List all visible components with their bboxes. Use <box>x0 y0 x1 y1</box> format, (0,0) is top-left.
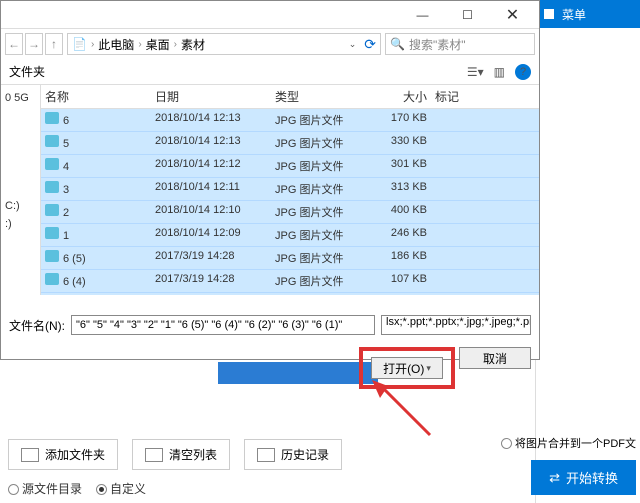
jpg-icon <box>45 250 59 262</box>
open-button[interactable]: 打开(O)▾ <box>371 357 443 379</box>
dialog-toolbar: 文件夹 ☰▾ ▥ ? <box>1 59 539 85</box>
menu-label: 菜单 <box>562 6 586 23</box>
maximize-button[interactable]: ☐ <box>445 4 490 26</box>
breadcrumb-seg[interactable]: 桌面 <box>146 36 170 53</box>
app-menu-header[interactable]: 菜单 <box>536 0 640 28</box>
breadcrumb-seg[interactable]: 素材 <box>181 36 205 53</box>
search-icon: 🔍 <box>390 37 405 51</box>
view-details-icon[interactable]: ▥ <box>494 65 505 79</box>
file-row[interactable]: 6 (5)2017/3/19 14:28JPG 图片文件186 KB <box>41 247 539 270</box>
merge-to-pdf-radio[interactable]: 将图片合并到一个PDF文 <box>501 435 636 451</box>
col-name[interactable]: 名称 <box>41 85 151 108</box>
col-type[interactable]: 类型 <box>271 85 361 108</box>
custom-dir-radio[interactable]: 自定义 <box>96 480 146 497</box>
filetype-select[interactable]: lsx;*.ppt;*.pptx;*.jpg;*.jpeg;*.png;*.bm… <box>381 315 531 335</box>
jpg-icon <box>45 112 59 124</box>
file-row[interactable]: 52018/10/14 12:13JPG 图片文件330 KB <box>41 132 539 155</box>
sidebar-item[interactable]: :) <box>3 215 38 233</box>
clock-icon <box>257 448 275 462</box>
file-row[interactable]: 42018/10/14 12:12JPG 图片文件301 KB <box>41 155 539 178</box>
nav-back-button[interactable]: ← <box>5 33 23 55</box>
breadcrumb-bar: ← → ↑ 📄 › 此电脑 › 桌面 › 素材 ⌄ ⟳ 🔍 搜索"素材" <box>1 29 539 59</box>
clear-list-button[interactable]: 清空列表 <box>132 439 230 470</box>
file-row[interactable]: 62018/10/14 12:13JPG 图片文件170 KB <box>41 109 539 132</box>
refresh-icon[interactable]: ⟳ <box>364 36 376 53</box>
nav-up-button[interactable]: ↑ <box>45 33 63 55</box>
trash-icon <box>145 448 163 462</box>
file-row[interactable]: 6 (2)2017/3/19 14:27JPG 图片文件157 KB <box>41 293 539 295</box>
start-convert-button[interactable]: ⇄ 开始转换 <box>531 460 636 495</box>
jpg-icon <box>45 227 59 239</box>
jpg-icon <box>45 181 59 193</box>
col-tag[interactable]: 标记 <box>431 85 491 108</box>
dialog-titlebar: — ☐ ✕ <box>1 1 539 29</box>
breadcrumb-seg[interactable]: 此电脑 <box>98 36 134 53</box>
filename-input[interactable] <box>71 315 375 335</box>
sidebar-tree[interactable]: 0 5G C:) :) <box>1 85 41 295</box>
col-size[interactable]: 大小 <box>361 85 431 108</box>
jpg-icon <box>45 204 59 216</box>
close-button[interactable]: ✕ <box>490 4 535 26</box>
sidebar-item[interactable]: 0 5G <box>3 89 38 107</box>
view-list-icon[interactable]: ☰▾ <box>467 65 484 79</box>
new-folder-label[interactable]: 文件夹 <box>9 63 45 80</box>
col-date[interactable]: 日期 <box>151 85 271 108</box>
cancel-button[interactable]: 取消 <box>459 347 531 369</box>
jpg-icon <box>45 158 59 170</box>
convert-icon: ⇄ <box>549 470 560 486</box>
nav-forward-button[interactable]: → <box>25 33 43 55</box>
folder-plus-icon <box>21 448 39 462</box>
file-list: 名称 日期 类型 大小 标记 62018/10/14 12:13JPG 图片文件… <box>41 85 539 295</box>
jpg-icon <box>45 135 59 147</box>
file-row[interactable]: 22018/10/14 12:10JPG 图片文件400 KB <box>41 201 539 224</box>
menu-icon <box>542 7 556 21</box>
search-input[interactable]: 🔍 搜索"素材" <box>385 33 535 55</box>
minimize-button[interactable]: — <box>400 4 445 26</box>
open-highlight: 打开(O)▾ <box>359 347 455 389</box>
filename-label: 文件名(N): <box>9 317 65 334</box>
jpg-icon <box>45 273 59 285</box>
help-icon[interactable]: ? <box>515 64 531 80</box>
path-field[interactable]: 📄 › 此电脑 › 桌面 › 素材 ⌄ ⟳ <box>67 33 381 55</box>
file-row[interactable]: 6 (4)2017/3/19 14:28JPG 图片文件107 KB <box>41 270 539 293</box>
file-row[interactable]: 12018/10/14 12:09JPG 图片文件246 KB <box>41 224 539 247</box>
file-open-dialog: — ☐ ✕ ← → ↑ 📄 › 此电脑 › 桌面 › 素材 ⌄ ⟳ 🔍 搜索"素… <box>0 0 540 360</box>
source-dir-radio[interactable]: 源文件目录 <box>8 480 82 497</box>
sidebar-item[interactable]: C:) <box>3 197 38 215</box>
file-list-header[interactable]: 名称 日期 类型 大小 标记 <box>41 85 539 109</box>
history-button[interactable]: 历史记录 <box>244 439 342 470</box>
file-row[interactable]: 32018/10/14 12:11JPG 图片文件313 KB <box>41 178 539 201</box>
add-folder-button[interactable]: 添加文件夹 <box>8 439 118 470</box>
